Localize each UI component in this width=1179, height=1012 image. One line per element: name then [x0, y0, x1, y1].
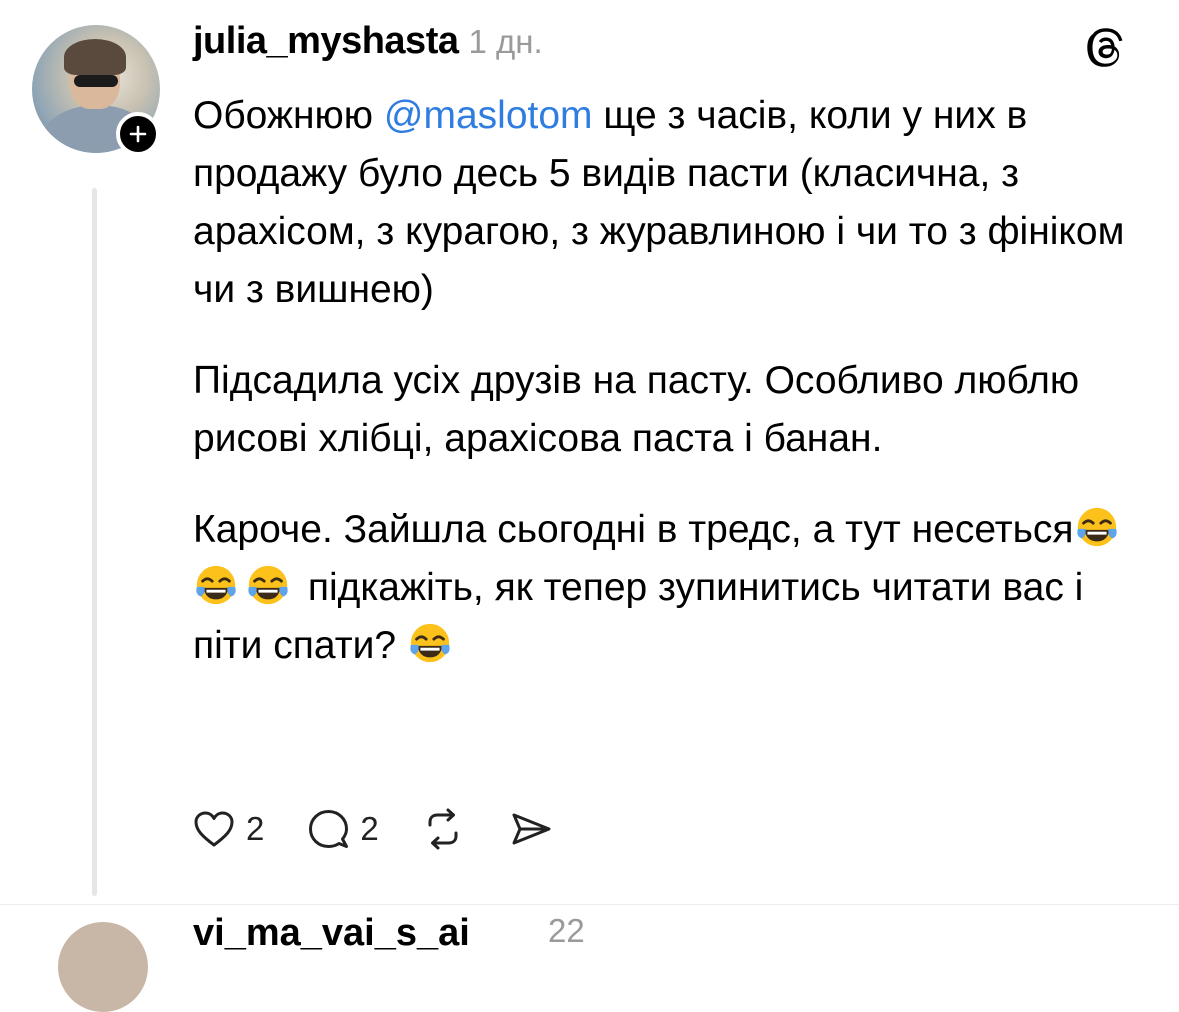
next-post-username[interactable]: vi_ma_vai_s_ai	[193, 912, 470, 955]
repost-icon	[428, 808, 458, 850]
post-body: Обожнюю @maslotom ще з часів, коли у них…	[193, 87, 1163, 708]
timestamp[interactable]: 1 дн.	[468, 23, 542, 61]
paragraph-1-start: Обожнюю	[193, 94, 384, 137]
mention-link[interactable]: @maslotom	[384, 94, 593, 137]
paragraph-1: Обожнюю @maslotom ще з часів, коли у них…	[193, 87, 1163, 319]
threads-logo-icon[interactable]	[1082, 24, 1130, 72]
share-button[interactable]	[507, 805, 555, 853]
avatar-sunglasses	[74, 75, 118, 87]
paragraph-3-end: підкажіть, як тепер зупинитись читати ва…	[193, 566, 1084, 667]
post-divider	[0, 904, 1179, 905]
face-with-tears-of-joy-icon	[196, 565, 236, 605]
avatar-hair	[64, 39, 126, 75]
face-with-tears-of-joy-icon	[1076, 507, 1117, 547]
like-count: 2	[246, 810, 265, 847]
reply-count: 2	[360, 810, 379, 847]
post-header: julia_myshasta 1 дн.	[193, 20, 543, 72]
action-bar: 2 2	[190, 800, 595, 858]
heart-icon	[194, 811, 234, 847]
reply-button[interactable]: 2	[304, 805, 379, 853]
follow-button[interactable]	[116, 112, 160, 156]
like-button[interactable]: 2	[190, 805, 264, 853]
paragraph-2: Підсадила усіх друзів на пасту. Особливо…	[193, 359, 1080, 460]
face-with-tears-of-joy-icon	[410, 623, 450, 663]
paragraph-3-start: Кароче. Зайшла сьогодні в тредс, а тут н…	[193, 508, 1074, 551]
comment-icon	[309, 810, 349, 848]
username[interactable]: julia_myshasta	[193, 20, 459, 63]
next-post-avatar[interactable]	[58, 922, 148, 1012]
repost-button[interactable]	[419, 805, 467, 853]
thread-line	[92, 188, 97, 896]
plus-icon	[129, 125, 147, 143]
paragraph-3: Кароче. Зайшла сьогодні в тредс, а тут н…	[193, 501, 1163, 675]
send-icon	[512, 813, 551, 845]
face-with-tears-of-joy-icon	[248, 565, 288, 605]
next-post-timestamp: 22	[548, 912, 585, 949]
